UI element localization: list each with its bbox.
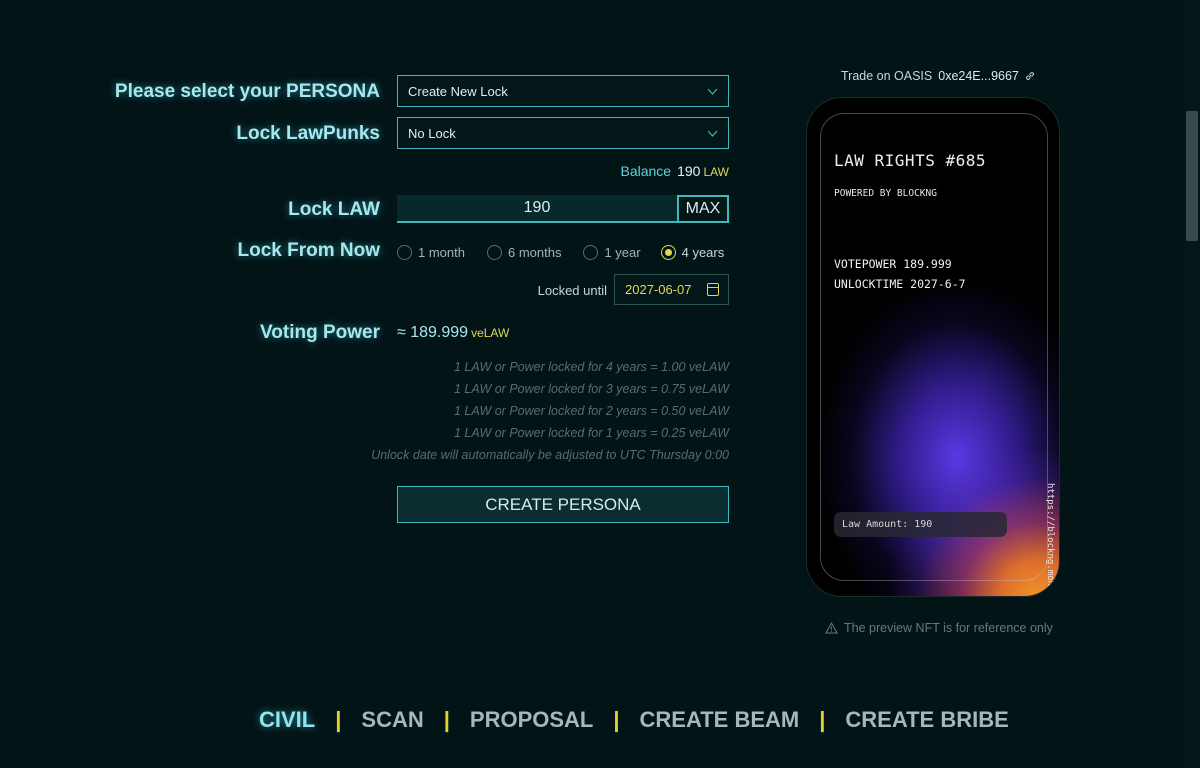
voting-power-display: ≈ 189.999 veLAW bbox=[397, 324, 509, 342]
info-line: 1 LAW or Power locked for 4 years = 1.00… bbox=[453, 360, 729, 374]
nav-civil[interactable]: CIVIL bbox=[259, 707, 315, 733]
create-persona-button[interactable]: CREATE PERSONA bbox=[397, 486, 729, 523]
balance-value: 190 bbox=[677, 163, 701, 179]
radio-1-year[interactable]: 1 year bbox=[583, 244, 641, 260]
preview-note: The preview NFT is for reference only bbox=[825, 621, 1053, 635]
calendar-icon[interactable] bbox=[707, 283, 719, 296]
nft-votepower: VOTEPOWER 189.999 bbox=[834, 257, 952, 271]
page-scrollbar[interactable] bbox=[1184, 0, 1200, 768]
radio-circle[interactable] bbox=[583, 244, 599, 260]
info-line: 1 LAW or Power locked for 3 years = 0.75… bbox=[453, 382, 729, 396]
voting-power-unit: veLAW bbox=[471, 326, 510, 340]
lock-from-now-label: Lock From Now bbox=[237, 240, 380, 261]
footer-nav: CIVIL | SCAN | PROPOSAL | CREATE BEAM | … bbox=[259, 705, 1009, 735]
duration-radio-group: 1 month 6 months 1 year 4 years bbox=[397, 243, 724, 261]
lock-law-label: Lock LAW bbox=[288, 199, 380, 220]
warning-icon bbox=[825, 622, 838, 634]
radio-4-years[interactable]: 4 years bbox=[660, 244, 725, 260]
lock-law-input[interactable] bbox=[397, 195, 677, 223]
voting-power-label: Voting Power bbox=[260, 322, 380, 343]
nft-preview-card: LAW RIGHTS #685 POWERED BY BLOCKNG VOTEP… bbox=[806, 97, 1060, 597]
chevron-down-icon bbox=[707, 130, 718, 137]
link-icon[interactable] bbox=[1025, 71, 1035, 81]
lawpunks-select[interactable]: No Lock bbox=[397, 117, 729, 149]
nav-separator: | bbox=[613, 707, 620, 732]
radio-label: 4 years bbox=[681, 244, 725, 260]
trade-label: Trade on OASIS bbox=[841, 69, 933, 83]
trade-address-link[interactable]: 0xe24E...9667 bbox=[938, 69, 1019, 83]
radio-circle-checked[interactable] bbox=[660, 244, 676, 260]
nav-create-bribe[interactable]: CREATE BRIBE bbox=[845, 707, 1008, 733]
nft-subtitle: POWERED BY BLOCKNG bbox=[834, 188, 937, 199]
max-button[interactable]: MAX bbox=[677, 195, 729, 223]
nav-separator: | bbox=[335, 707, 342, 732]
lawpunks-label: Lock LawPunks bbox=[236, 123, 380, 144]
radio-label: 1 year bbox=[604, 244, 641, 260]
trade-on-oasis: Trade on OASIS 0xe24E...9667 bbox=[841, 69, 1035, 83]
nav-create-beam[interactable]: CREATE BEAM bbox=[640, 707, 800, 733]
balance-display: Balance 190 LAW bbox=[620, 163, 729, 179]
info-line: 1 LAW or Power locked for 1 years = 0.25… bbox=[453, 426, 729, 440]
locked-until-value: 2027-06-07 bbox=[625, 282, 692, 297]
locked-until-label: Locked until bbox=[537, 283, 607, 298]
nft-url: https://blockng.money/ bbox=[1045, 483, 1055, 597]
voting-power-value: ≈ 189.999 bbox=[397, 324, 469, 341]
persona-select[interactable]: Create New Lock bbox=[397, 75, 729, 107]
nft-title: LAW RIGHTS #685 bbox=[834, 151, 986, 170]
radio-6-months[interactable]: 6 months bbox=[486, 244, 562, 260]
nft-unlocktime: UNLOCKTIME 2027-6-7 bbox=[834, 277, 966, 291]
nav-scan[interactable]: SCAN bbox=[361, 707, 423, 733]
radio-circle[interactable] bbox=[397, 244, 412, 260]
balance-unit: LAW bbox=[703, 165, 729, 179]
preview-note-text: The preview NFT is for reference only bbox=[844, 621, 1053, 635]
radio-label: 6 months bbox=[507, 244, 562, 260]
persona-select-value: Create New Lock bbox=[408, 83, 508, 99]
nav-separator: | bbox=[443, 707, 450, 732]
nft-inner-border bbox=[820, 113, 1048, 581]
info-line: 1 LAW or Power locked for 2 years = 0.50… bbox=[453, 404, 729, 418]
persona-label: Please select your PERSONA bbox=[114, 81, 380, 102]
lawpunks-select-value: No Lock bbox=[408, 125, 456, 141]
radio-1-month[interactable]: 1 month bbox=[397, 244, 465, 260]
scrollbar-thumb[interactable] bbox=[1186, 111, 1198, 241]
balance-label: Balance bbox=[620, 163, 672, 179]
chevron-down-icon bbox=[707, 88, 718, 95]
radio-circle[interactable] bbox=[486, 244, 502, 260]
radio-label: 1 month bbox=[418, 244, 465, 260]
nav-proposal[interactable]: PROPOSAL bbox=[470, 707, 593, 733]
locked-until-date-picker[interactable]: 2027-06-07 bbox=[614, 274, 729, 305]
info-line: Unlock date will automatically be adjust… bbox=[371, 448, 729, 462]
nft-amount: Law Amount: 190 bbox=[834, 512, 1007, 537]
nav-separator: | bbox=[819, 707, 826, 732]
